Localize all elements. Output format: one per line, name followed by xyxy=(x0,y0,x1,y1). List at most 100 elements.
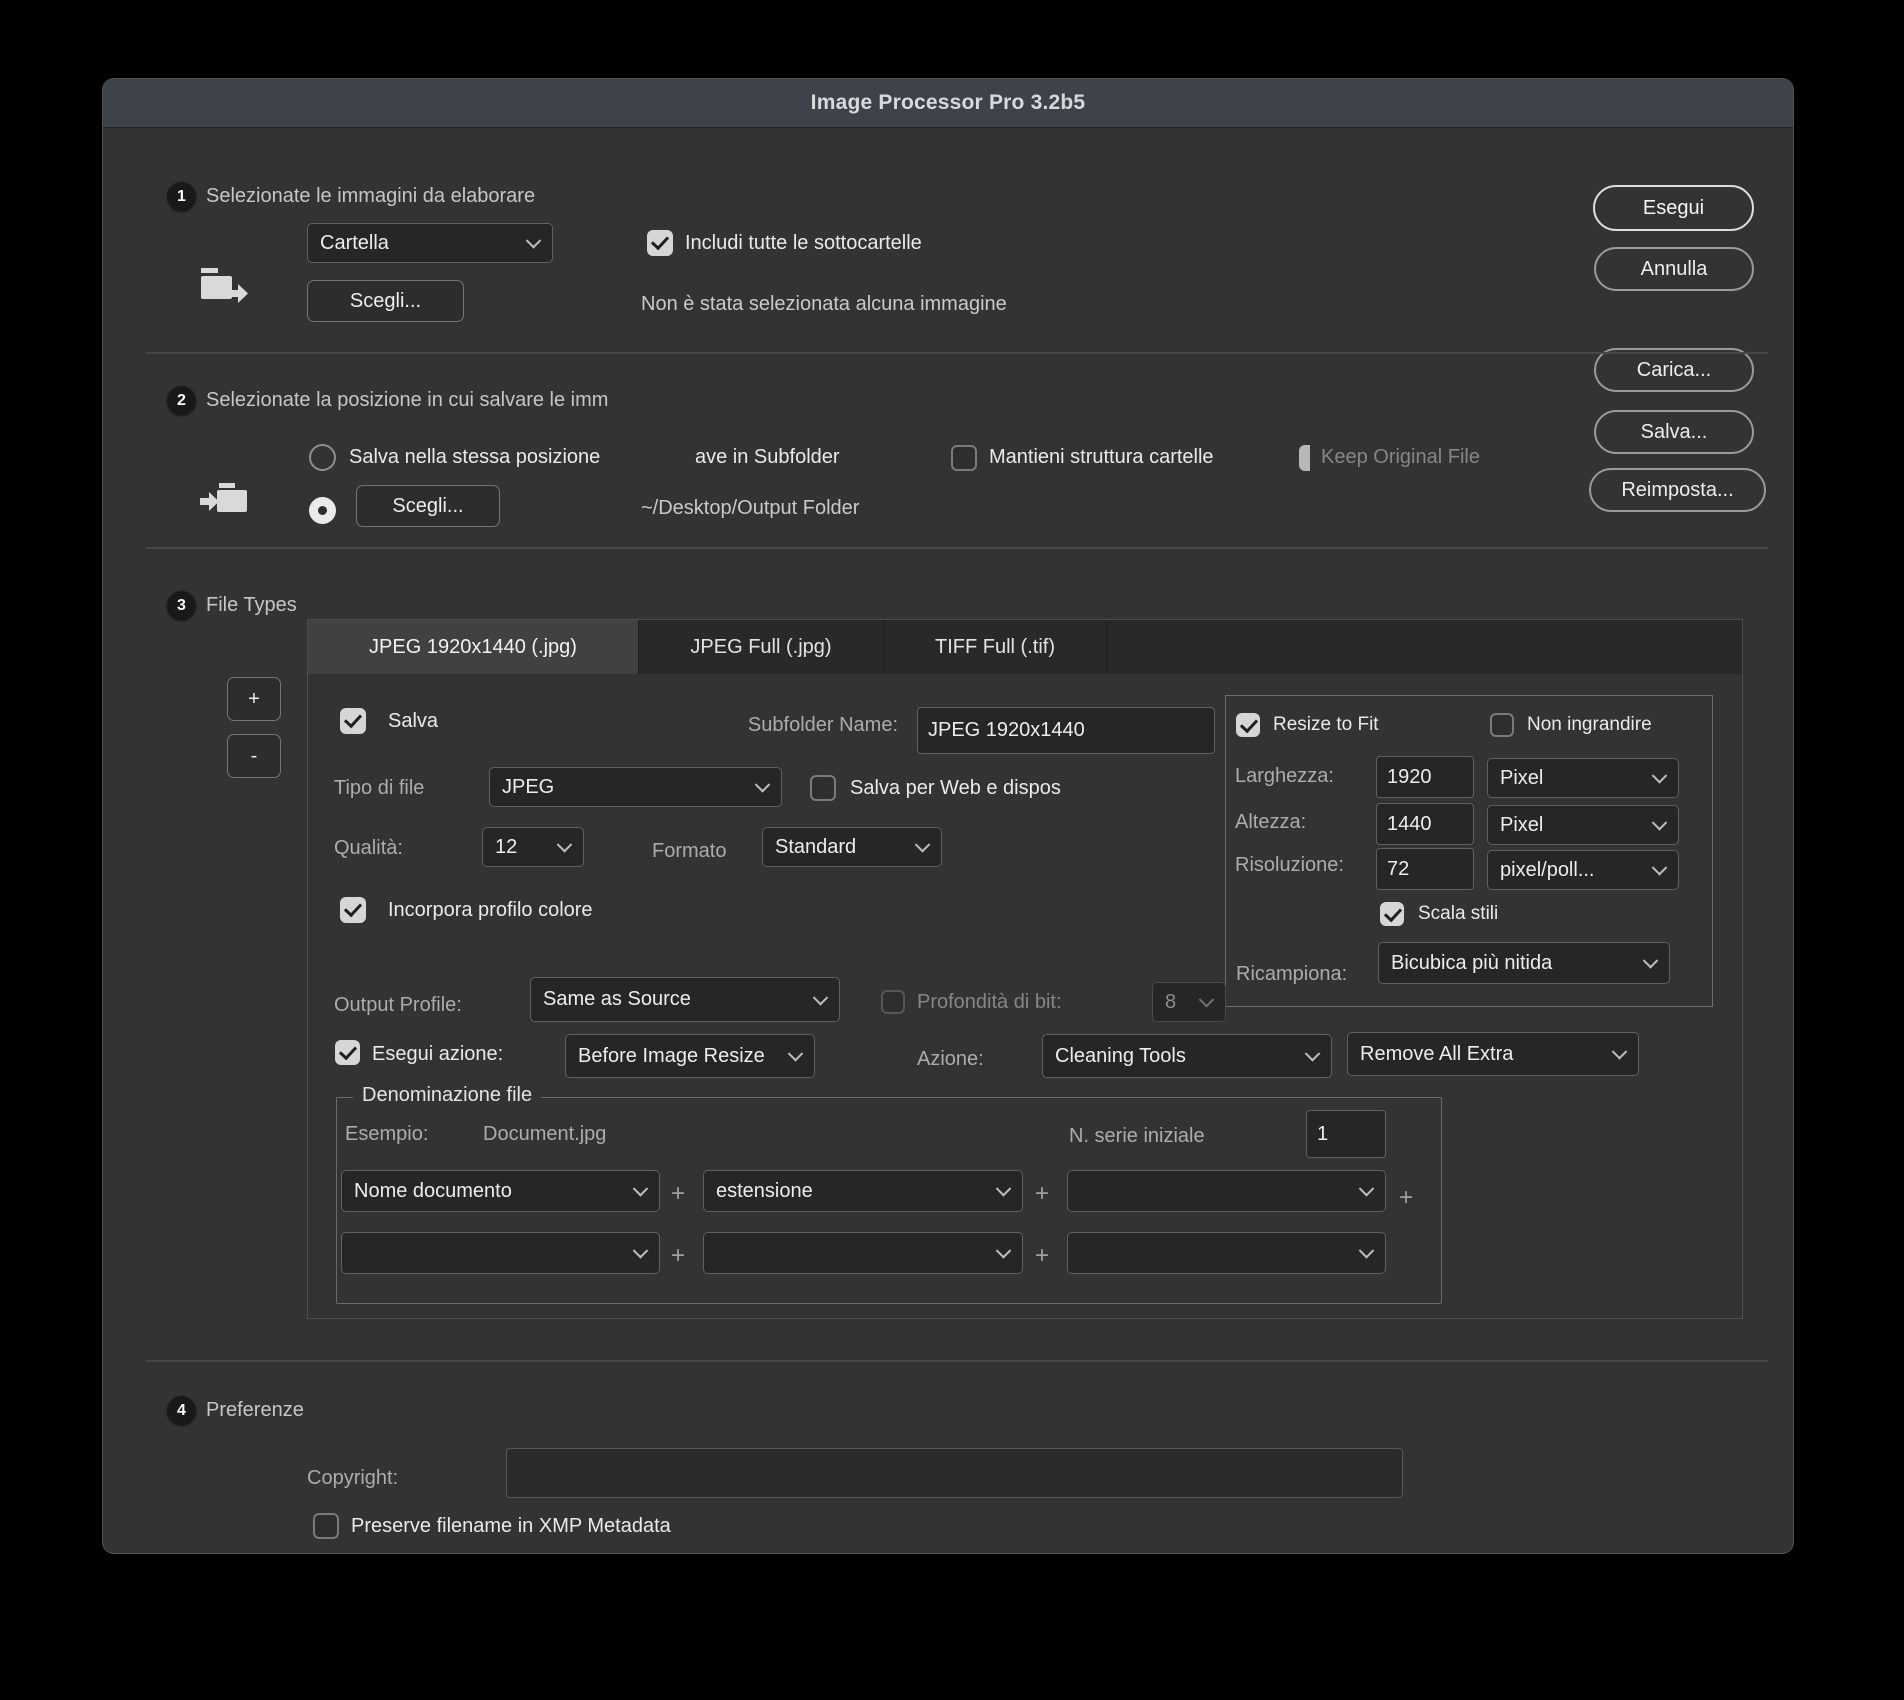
file-type-value: JPEG xyxy=(502,775,555,798)
tab-jpeg-full[interactable]: JPEG Full (.jpg) xyxy=(639,620,884,674)
resolution-unit-select[interactable]: pixel/poll... xyxy=(1487,850,1679,890)
naming-plus-1-3: + xyxy=(1399,1184,1414,1211)
reimposta-button[interactable]: Reimposta... xyxy=(1589,468,1766,512)
width-unit-select[interactable]: Pixel xyxy=(1487,758,1679,798)
serial-value: 1 xyxy=(1317,1122,1329,1145)
naming-plus-1-1: + xyxy=(671,1180,686,1207)
run-action-label: Esegui azione: xyxy=(372,1043,504,1065)
preserve-filename-checkbox[interactable] xyxy=(313,1513,339,1539)
embed-profile-checkbox[interactable] xyxy=(340,897,366,923)
subfolder-name-label: Subfolder Name: xyxy=(747,714,898,736)
resolution-value: 72 xyxy=(1387,857,1410,880)
save-same-position-label: Salva nella stessa posizione xyxy=(349,446,601,468)
quality-select[interactable]: 12 xyxy=(482,827,584,867)
titlebar[interactable]: Image Processor Pro 3.2b5 xyxy=(103,79,1793,128)
resolution-label: Risoluzione: xyxy=(1235,854,1344,876)
include-subfolders-label: Includi tutte le sottocartelle xyxy=(685,232,922,254)
section2-badge: 2 xyxy=(167,386,196,415)
copyright-input[interactable] xyxy=(506,1448,1403,1498)
no-enlarge-checkbox[interactable] xyxy=(1490,713,1514,737)
save-filetype-checkbox[interactable] xyxy=(340,708,366,734)
serial-input[interactable]: 1 xyxy=(1306,1110,1386,1158)
naming-select-2-3[interactable] xyxy=(1067,1232,1386,1274)
annulla-button[interactable]: Annulla xyxy=(1594,247,1754,291)
resample-select[interactable]: Bicubica più nitida xyxy=(1378,942,1670,984)
include-subfolders-checkbox[interactable] xyxy=(647,230,673,256)
source-type-select[interactable]: Cartella xyxy=(307,223,553,263)
output-profile-label: Output Profile: xyxy=(334,994,462,1016)
bit-depth-value: 8 xyxy=(1165,990,1177,1013)
source-type-value: Cartella xyxy=(320,231,389,254)
action-name-value: Remove All Extra xyxy=(1360,1042,1514,1065)
naming-select-1-3[interactable] xyxy=(1067,1170,1386,1212)
file-naming-group: Denominazione file Esempio: Document.jpg… xyxy=(336,1084,1442,1304)
resize-to-fit-checkbox[interactable] xyxy=(1236,713,1260,737)
naming-select-2-1[interactable] xyxy=(341,1232,660,1274)
bit-depth-select: 8 xyxy=(1152,982,1226,1022)
carica-button[interactable]: Carica... xyxy=(1594,348,1754,392)
run-action-checkbox[interactable] xyxy=(335,1040,360,1065)
height-label: Altezza: xyxy=(1235,811,1307,833)
output-profile-value: Same as Source xyxy=(543,988,691,1010)
section1-badge: 1 xyxy=(167,182,196,211)
action-name-select[interactable]: Remove All Extra xyxy=(1347,1032,1639,1076)
save-for-web-label: Salva per Web e dispos xyxy=(850,777,1061,799)
section3-badge: 3 xyxy=(167,591,196,620)
bit-depth-checkbox xyxy=(881,990,905,1014)
keep-original-label: Keep Original File xyxy=(1321,446,1480,468)
run-action-when-value: Before Image Resize xyxy=(578,1044,765,1067)
format-value: Standard xyxy=(775,835,857,858)
save-same-position-radio[interactable] xyxy=(309,444,336,471)
subfolder-name-input[interactable]: JPEG 1920x1440 xyxy=(917,707,1215,754)
height-input[interactable]: 1440 xyxy=(1376,803,1474,845)
add-filetype-button[interactable]: + xyxy=(227,677,281,721)
divider-1 xyxy=(146,352,1768,354)
divider-3 xyxy=(146,1360,1768,1362)
height-unit-select[interactable]: Pixel xyxy=(1487,805,1679,845)
divider-2 xyxy=(146,547,1768,549)
choose-source-button[interactable]: Scegli... xyxy=(307,280,464,322)
run-action-when-select[interactable]: Before Image Resize xyxy=(565,1034,815,1078)
esegui-button[interactable]: Esegui xyxy=(1593,185,1754,231)
save-to-folder-radio[interactable] xyxy=(309,497,336,524)
remove-filetype-button[interactable]: - xyxy=(227,734,281,778)
scale-styles-checkbox[interactable] xyxy=(1380,902,1404,926)
tab-jpeg-1920x1440[interactable]: JPEG 1920x1440 (.jpg) xyxy=(308,620,639,674)
naming-select-1-2[interactable]: estensione xyxy=(703,1170,1023,1212)
naming-plus-2-1: + xyxy=(671,1242,686,1269)
keep-structure-checkbox[interactable] xyxy=(951,445,977,471)
action-set-select[interactable]: Cleaning Tools xyxy=(1042,1034,1332,1078)
naming-value-1-1: Nome documento xyxy=(354,1179,512,1202)
file-type-select[interactable]: JPEG xyxy=(489,767,782,807)
format-select[interactable]: Standard xyxy=(762,827,942,867)
salva-button[interactable]: Salva... xyxy=(1594,410,1754,454)
resolution-input[interactable]: 72 xyxy=(1376,848,1474,890)
choose-destination-button[interactable]: Scegli... xyxy=(356,485,500,527)
tab-tiff-full[interactable]: TIFF Full (.tif) xyxy=(884,620,1107,674)
window-title: Image Processor Pro 3.2b5 xyxy=(810,91,1086,114)
save-for-web-checkbox[interactable] xyxy=(810,775,836,801)
resize-panel: Resize to Fit Non ingrandire Larghezza: … xyxy=(1225,695,1713,1007)
quality-value: 12 xyxy=(495,835,518,858)
quality-label: Qualità: xyxy=(334,837,403,859)
height-value: 1440 xyxy=(1387,812,1432,835)
format-label: Formato xyxy=(652,840,727,862)
resize-to-fit-label: Resize to Fit xyxy=(1273,714,1379,735)
naming-plus-2-2: + xyxy=(1035,1242,1050,1269)
resample-label: Ricampiona: xyxy=(1236,963,1348,985)
embed-profile-label: Incorpora profilo colore xyxy=(388,899,593,921)
width-unit-value: Pixel xyxy=(1500,766,1544,789)
section4-title: Preferenze xyxy=(206,1399,304,1421)
no-enlarge-label: Non ingrandire xyxy=(1527,714,1652,735)
width-input[interactable]: 1920 xyxy=(1376,756,1474,798)
output-profile-select[interactable]: Same as Source xyxy=(530,977,840,1022)
folder-save-icon xyxy=(199,477,251,523)
save-in-subfolder-overlap-text: ave in Subfolder xyxy=(695,446,840,468)
naming-select-2-2[interactable] xyxy=(703,1232,1023,1274)
naming-select-1-1[interactable]: Nome documento xyxy=(341,1170,660,1212)
resolution-unit-value: pixel/poll... xyxy=(1500,858,1595,881)
file-type-label: Tipo di file xyxy=(334,777,425,799)
height-unit-value: Pixel xyxy=(1500,813,1544,836)
width-label: Larghezza: xyxy=(1235,765,1334,787)
file-naming-title: Denominazione file xyxy=(353,1084,542,1107)
